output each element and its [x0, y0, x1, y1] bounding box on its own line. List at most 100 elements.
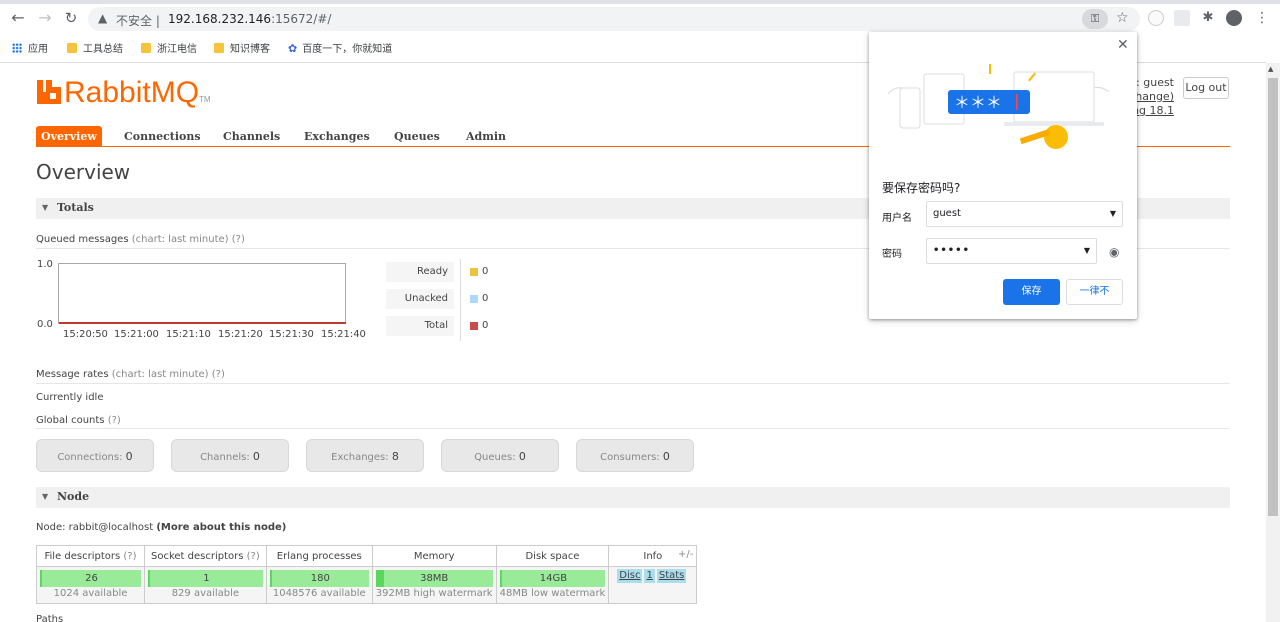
legend-swatch-unacked [470, 295, 478, 303]
bookmark-folder[interactable]: 知识博客 [214, 40, 270, 55]
folder-icon [67, 43, 77, 53]
info-stats-chip[interactable]: Stats [656, 569, 687, 583]
close-icon[interactable]: ✕ [1117, 37, 1129, 53]
username-label: 用户名 [882, 213, 912, 224]
file-descriptors-cell: 26 1024 available [36, 566, 145, 604]
chart-x-tick: 15:21:00 [114, 329, 159, 340]
dropdown-arrow-icon: ▼ [1083, 246, 1090, 255]
tab-admin[interactable]: Admin [466, 126, 506, 147]
consumers-count-button[interactable]: Consumers: 0 [576, 439, 694, 472]
insecure-label: 不安全 | [116, 14, 160, 28]
col-file-descriptors: File descriptors (?) [36, 545, 145, 567]
chart-x-tick: 15:21:40 [321, 329, 366, 340]
legend-separator [460, 259, 461, 341]
tab-channels[interactable]: Channels [223, 126, 280, 147]
puzzle-icon[interactable]: ✱ [1200, 10, 1216, 26]
chart-x-tick: 15:21:30 [269, 329, 314, 340]
column-toggle-link[interactable]: +/- [678, 549, 693, 560]
bookmark-star-icon[interactable]: ☆ [1116, 10, 1129, 26]
legend-value-unacked: 0 [482, 293, 489, 304]
bookmark-folder[interactable]: 工具总结 [67, 40, 123, 55]
help-link[interactable]: (?) [123, 551, 136, 562]
tabstrip-edge [0, 0, 1280, 4]
currently-idle-text: Currently idle [36, 392, 104, 403]
tab-overview[interactable]: Overview [36, 126, 102, 147]
erlang-processes-cell: 180 1048576 available [265, 566, 373, 604]
bookmark-folder[interactable]: 浙江电信 [141, 40, 197, 55]
channels-count-button[interactable]: Channels: 0 [171, 439, 289, 472]
never-save-button[interactable]: 一律不 [1066, 279, 1123, 305]
legend-label-ready: Ready [386, 262, 454, 282]
bookmark-apps[interactable]: 应用 [12, 40, 48, 55]
help-link[interactable]: (?) [247, 551, 260, 562]
node-section-header[interactable]: ▼ Node [36, 487, 1230, 508]
password-value: ••••• [933, 245, 970, 256]
legend-label-total: Total [386, 316, 454, 336]
exchanges-count-button[interactable]: Exchanges: 8 [306, 439, 424, 472]
tab-queues[interactable]: Queues [394, 126, 440, 147]
file-descriptors-available: 1024 available [53, 588, 128, 599]
logout-button[interactable]: Log out [1183, 77, 1229, 99]
password-select[interactable]: ••••• ▼ [926, 238, 1097, 264]
folder-icon [214, 43, 224, 53]
chart-x-tick: 15:20:50 [63, 329, 108, 340]
dialog-title: 要保存密码吗? [882, 181, 961, 195]
dropdown-arrow-icon: ▼ [1109, 209, 1116, 218]
chart-x-tick: 15:21:10 [166, 329, 211, 340]
more-about-node-link[interactable]: (More about this node) [156, 522, 286, 533]
chart-series-line [59, 322, 346, 324]
profile-avatar-icon[interactable] [1226, 10, 1242, 26]
extension-icon[interactable] [1148, 10, 1164, 26]
queues-count-button[interactable]: Queues: 0 [441, 439, 559, 472]
forward-icon[interactable]: → [36, 9, 54, 27]
save-password-button[interactable]: 保存 [1003, 279, 1060, 305]
extension-icon[interactable] [1174, 10, 1190, 26]
message-rates-heading: Message rates (chart: last minute) (?) [36, 369, 225, 380]
info-cell: Disc 1 Stats [608, 566, 698, 604]
legend-value-ready: 0 [482, 266, 489, 277]
chart-y-min: 0.0 [37, 319, 53, 330]
info-disc-chip[interactable]: Disc [617, 569, 643, 583]
memory-cell: 38MB 392MB high watermark [371, 566, 497, 604]
socket-descriptors-cell: 1 829 available [144, 566, 267, 604]
collapse-triangle-icon: ▼ [42, 203, 49, 212]
logo-text: RabbitMQTM [64, 76, 211, 109]
show-password-eye-icon[interactable]: ◉ [1109, 245, 1119, 259]
col-socket-descriptors: Socket descriptors (?) [144, 545, 267, 567]
password-label: 密码 [882, 249, 902, 260]
back-icon[interactable]: ← [9, 9, 27, 27]
scrollbar-thumb[interactable] [1268, 78, 1278, 516]
tab-connections[interactable]: Connections [124, 126, 201, 147]
info-count-chip[interactable]: 1 [644, 569, 655, 583]
chart-range-link[interactable]: (chart: last minute) (?) [132, 234, 245, 245]
chart-y-max: 1.0 [37, 259, 53, 270]
address-bar[interactable]: ▲ 不安全 | 192.168.232.146:15672/#/ ⚿ ☆ [88, 7, 1140, 31]
menu-kebab-icon[interactable]: ⋮ [1254, 10, 1270, 26]
connections-count-button[interactable]: Connections: 0 [36, 439, 154, 472]
memory-bar: 38MB [375, 570, 493, 587]
bookmark-baidu[interactable]: ✿ 百度一下，你就知道 [288, 40, 392, 55]
save-password-dialog: ✕ ＊＊＊ 要保存密码吗? 用户名 guest ▼ 密码 ••••• ▼ ◉ 保… [869, 32, 1137, 319]
help-link[interactable]: (?) [108, 415, 121, 426]
tab-exchanges[interactable]: Exchanges [304, 126, 370, 147]
key-icon[interactable]: ⚿ [1082, 9, 1108, 29]
disk-space-watermark: 48MB low watermark [499, 588, 606, 599]
svg-text:＊＊＊: ＊＊＊ [954, 93, 1002, 112]
username-value: guest [933, 208, 961, 219]
rabbitmq-logo-icon [37, 80, 61, 104]
chart-range-link[interactable]: (chart: last minute) (?) [112, 369, 225, 380]
col-memory: Memory [371, 545, 497, 567]
node-stats-table: File descriptors (?) Socket descriptors … [36, 545, 698, 604]
memory-watermark: 392MB high watermark [375, 588, 493, 599]
erlang-processes-available: 1048576 available [272, 588, 366, 599]
legend-label-unacked: Unacked [386, 289, 454, 309]
disk-space-cell: 14GB 48MB low watermark [495, 566, 610, 604]
erlang-processes-bar: 180 [269, 570, 369, 587]
scroll-up-arrow-icon[interactable]: ▲ [1268, 65, 1273, 73]
divider [36, 428, 1230, 429]
divider [36, 383, 1230, 384]
paths-heading: Paths [36, 614, 64, 622]
baidu-paw-icon: ✿ [288, 42, 298, 55]
username-select[interactable]: guest ▼ [926, 201, 1123, 227]
reload-icon[interactable]: ↻ [62, 9, 80, 27]
